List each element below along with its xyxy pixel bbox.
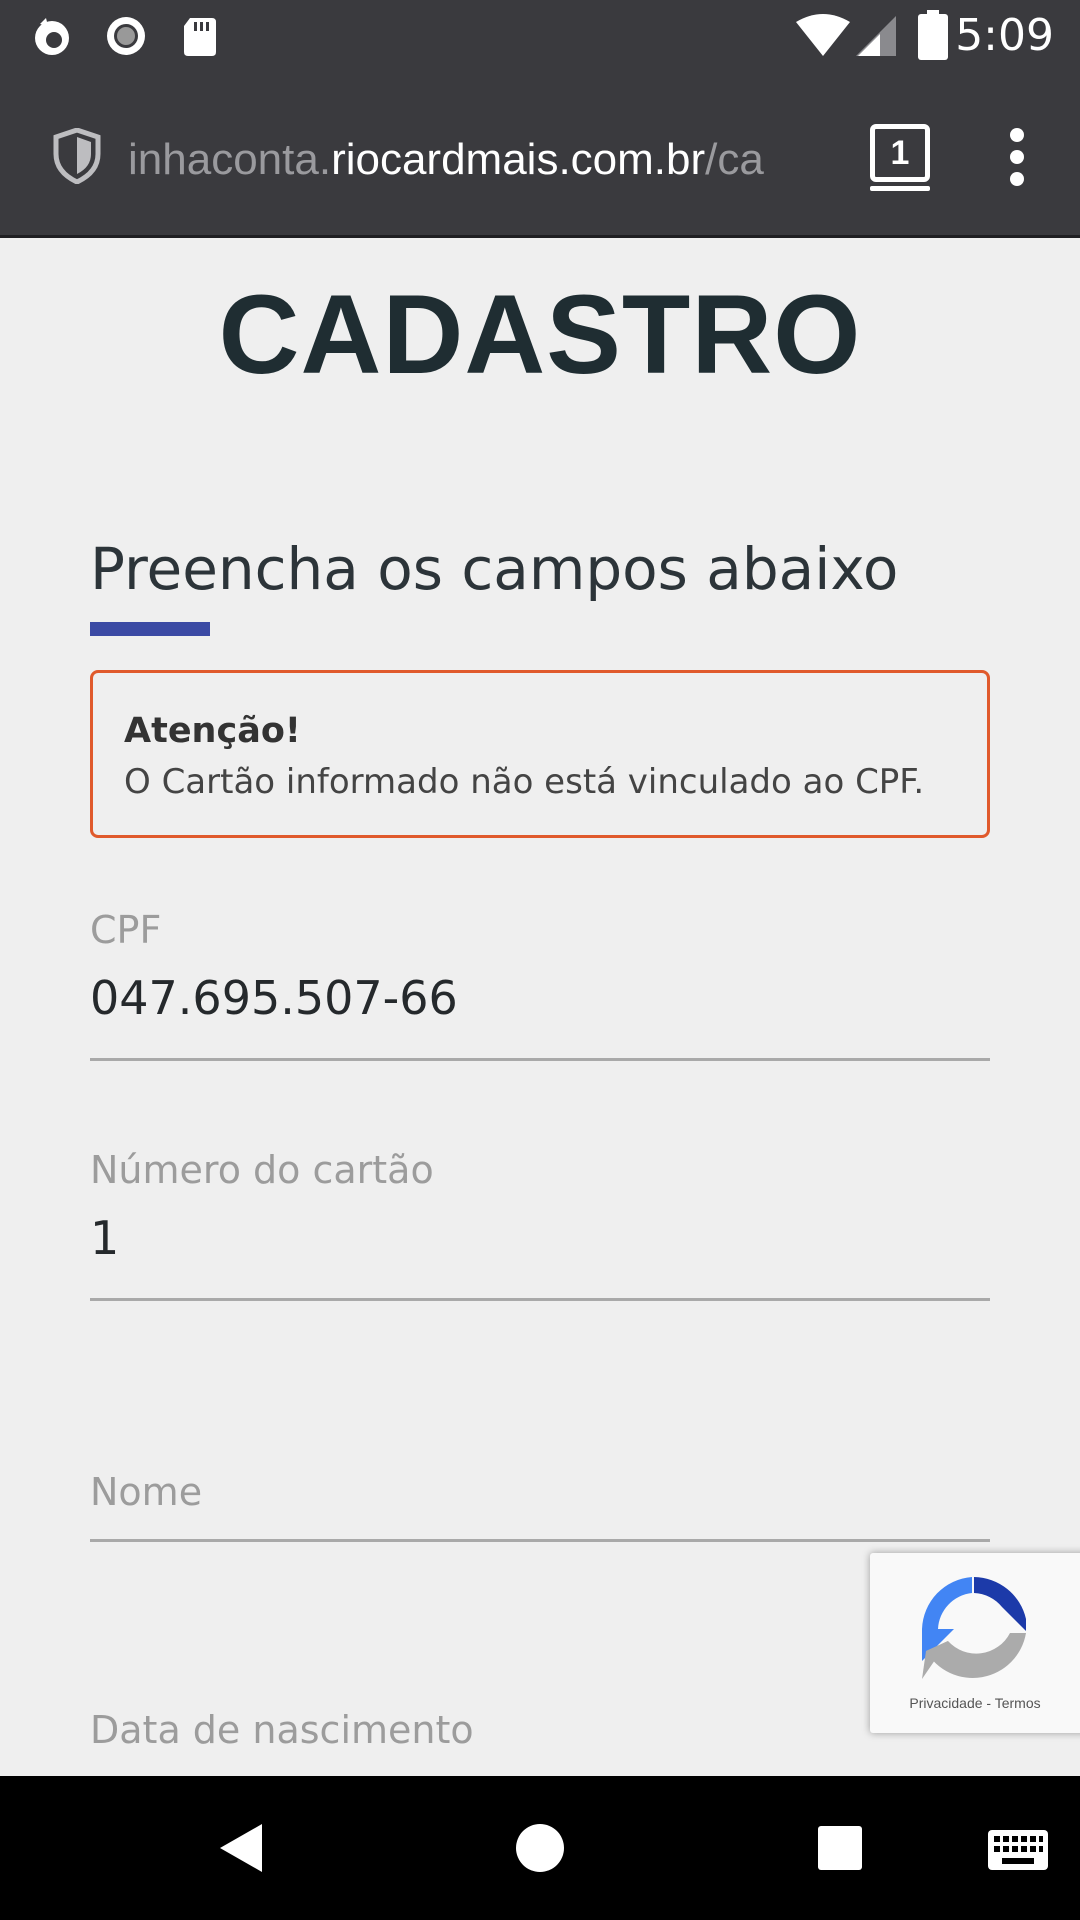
name-field[interactable]: Nome bbox=[90, 1470, 990, 1545]
sd-card-icon bbox=[184, 18, 216, 56]
clock: 5:09 bbox=[955, 10, 1054, 61]
tab-count-button[interactable]: 1 bbox=[870, 124, 930, 191]
birth-date-placeholder: Data de nascimento bbox=[90, 1708, 474, 1752]
navigation-bar bbox=[0, 1776, 1080, 1920]
url-fade bbox=[760, 130, 830, 190]
url-subdomain: inhaconta. bbox=[128, 135, 332, 184]
url-path: /ca bbox=[705, 135, 764, 184]
browser-toolbar: inhaconta.riocardmais.com.br/ca 1 bbox=[0, 72, 1080, 238]
heading-underline bbox=[90, 622, 210, 636]
name-underline bbox=[90, 1539, 990, 1542]
recaptcha-links[interactable]: Privacidade - Termos bbox=[870, 1695, 1080, 1711]
overflow-menu-icon[interactable] bbox=[1000, 128, 1034, 186]
cpf-underline bbox=[90, 1058, 990, 1061]
section-heading: Preencha os campos abaixo bbox=[90, 535, 899, 603]
alert-title: Atenção! bbox=[124, 711, 301, 751]
status-bar: 5:09 bbox=[0, 0, 1080, 72]
name-placeholder: Nome bbox=[90, 1470, 203, 1514]
birth-date-field[interactable]: Data de nascimento bbox=[90, 1708, 990, 1776]
url-host: riocardmais.com.br bbox=[331, 135, 706, 184]
recaptcha-badge[interactable]: Privacidade - Termos bbox=[870, 1553, 1080, 1733]
alert-message: O Cartão informado não está vinculado ao… bbox=[124, 762, 925, 802]
card-number-label: Número do cartão bbox=[90, 1148, 434, 1192]
home-icon[interactable] bbox=[510, 1776, 570, 1920]
battery-icon bbox=[918, 10, 948, 60]
record-icon bbox=[107, 17, 145, 55]
signal-icon bbox=[856, 16, 896, 56]
recents-icon[interactable] bbox=[812, 1776, 868, 1920]
cpf-input[interactable]: 047.695.507-66 bbox=[90, 966, 990, 1030]
cpf-field[interactable]: CPF 047.695.507-66 bbox=[90, 908, 990, 1063]
card-number-underline bbox=[90, 1298, 990, 1301]
keyboard-icon[interactable] bbox=[986, 1776, 1050, 1920]
firefox-icon bbox=[35, 18, 69, 55]
cpf-label: CPF bbox=[90, 908, 162, 952]
shield-icon[interactable] bbox=[52, 128, 102, 184]
wifi-icon bbox=[796, 14, 850, 56]
back-icon[interactable] bbox=[210, 1776, 270, 1920]
recaptcha-icon bbox=[922, 1577, 1026, 1679]
card-number-input[interactable]: 1 bbox=[90, 1206, 990, 1270]
alert-box: Atenção! O Cartão informado não está vin… bbox=[90, 670, 990, 838]
page-title: CADASTRO bbox=[218, 272, 862, 397]
url-field[interactable]: inhaconta.riocardmais.com.br/ca bbox=[128, 130, 828, 190]
card-number-field[interactable]: Número do cartão 1 bbox=[90, 1148, 990, 1303]
